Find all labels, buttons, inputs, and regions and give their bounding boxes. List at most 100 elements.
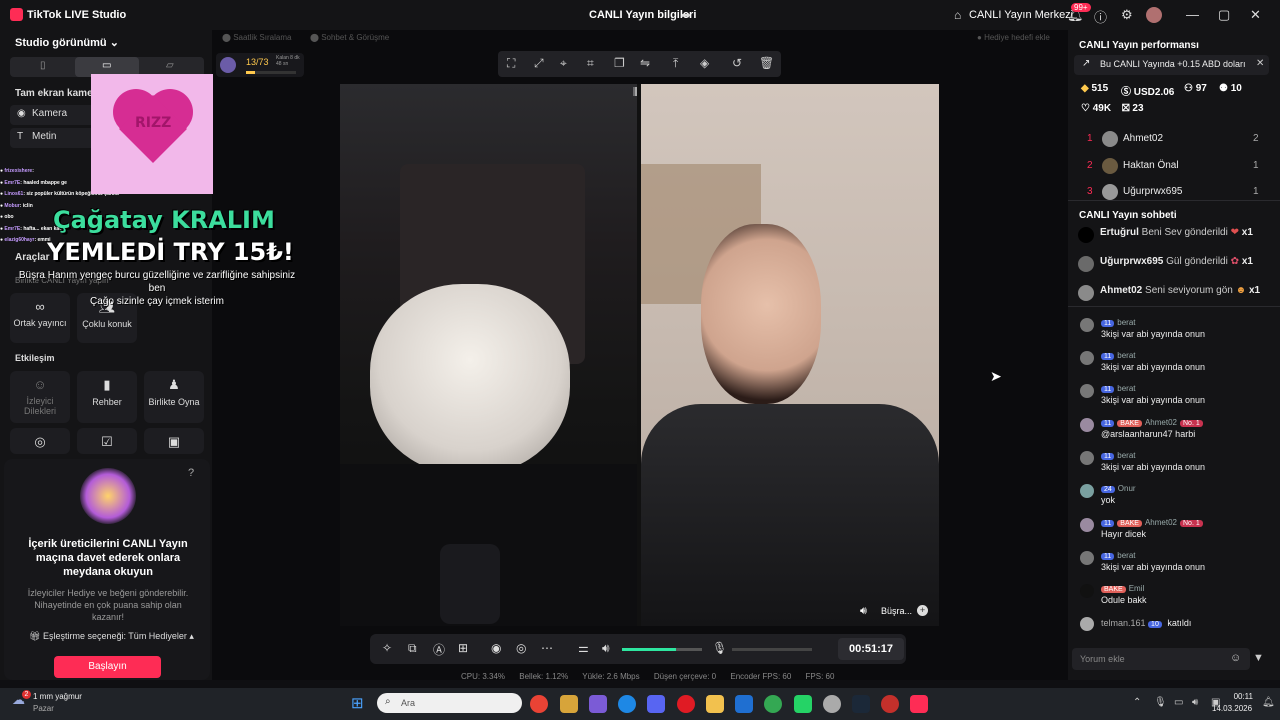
play-together-tile[interactable]: ♟ Birlikte Oyna (144, 371, 204, 423)
close-icon[interactable]: ✕ (1256, 58, 1264, 69)
camera-feed-right[interactable] (641, 84, 939, 626)
mic-slider[interactable] (732, 648, 812, 651)
clock-time[interactable]: 00:11 (1231, 692, 1253, 701)
notification-center-icon[interactable]: 🔔︎ (1262, 697, 1275, 708)
network-icon[interactable]: ▭ (1174, 697, 1183, 708)
youtube-icon[interactable] (881, 695, 899, 713)
rotate-icon[interactable]: ↺ (732, 56, 742, 70)
steam-icon[interactable] (852, 695, 870, 713)
volume-icon[interactable]: 🔊︎ (860, 605, 867, 618)
viewer-wishes-tile[interactable]: ☺ İzleyici Dilekleri (10, 371, 70, 423)
expand-icon[interactable]: ⤢ (534, 56, 544, 71)
tool-tile-6[interactable]: ▣ (144, 428, 204, 454)
avatar[interactable] (1080, 617, 1094, 631)
chat-username[interactable]: berat (1117, 318, 1135, 327)
avatar[interactable] (1080, 318, 1094, 332)
whatsapp-icon[interactable] (794, 695, 812, 713)
camera-feed-left[interactable] (340, 84, 637, 626)
tiktok-live-icon[interactable] (910, 695, 928, 713)
copy-icon[interactable]: ❐ (614, 56, 625, 70)
avatar[interactable] (1080, 351, 1094, 365)
guide-tile[interactable]: ▮ Rehber (77, 371, 137, 423)
flip-icon[interactable]: ⇋ (640, 56, 650, 70)
avatar[interactable] (1080, 384, 1094, 398)
magic-icon[interactable]: ✧ (382, 641, 392, 655)
avatar[interactable] (1078, 227, 1094, 243)
chat-username[interactable]: berat (1117, 384, 1135, 393)
app2-icon[interactable] (823, 695, 841, 713)
split-handle-icon[interactable]: ⫼ (633, 87, 638, 98)
chevron-up-icon[interactable]: ⌃ (1133, 697, 1141, 708)
chat-username[interactable]: berat (1117, 551, 1135, 560)
add-source-icon[interactable]: ⊞ (458, 641, 468, 655)
close-icon[interactable]: ✕ (1250, 7, 1261, 23)
rank-name[interactable]: Ahmet02 (1123, 133, 1163, 144)
studio-view-dropdown[interactable]: Studio görünümü ⌄ (15, 36, 119, 49)
chat-username[interactable]: Ahmet02 (1145, 418, 1177, 427)
ai-icon[interactable]: Ⓐ (433, 641, 445, 658)
camera-switch-icon[interactable]: ◎ (516, 641, 526, 655)
speaker-tray-icon[interactable]: 🔊︎ (1192, 697, 1198, 708)
rank-name[interactable]: Haktan Önal (1123, 160, 1179, 171)
layer-icon[interactable]: ◈ (700, 56, 709, 70)
help-icon[interactable]: ? (188, 467, 194, 479)
crop-icon[interactable]: ⌗ (587, 56, 594, 71)
add-icon[interactable]: + (917, 605, 928, 616)
opera-icon[interactable] (677, 695, 695, 713)
folder-icon[interactable] (706, 695, 724, 713)
volume-slider[interactable] (622, 648, 702, 651)
home-icon[interactable]: ⌂ (954, 8, 961, 22)
layout-icon[interactable]: ▱ (166, 60, 174, 71)
filter-icon[interactable]: ▼ (1253, 652, 1264, 664)
avatar[interactable] (1080, 484, 1094, 498)
taskbar-search[interactable]: ⌕ Ara (377, 693, 522, 713)
discord-icon[interactable] (647, 695, 665, 713)
chat-friends-link[interactable]: ⬤ Sohbet & Görüşme (310, 33, 389, 42)
gear-icon[interactable]: ⚙ (1121, 7, 1133, 23)
tool-tile-4[interactable]: ◎ (10, 428, 70, 454)
avatar[interactable] (1102, 158, 1118, 174)
avatar[interactable] (1080, 418, 1094, 432)
chat-username[interactable]: Emil (1129, 584, 1145, 593)
fit-icon[interactable]: ⛶ (507, 56, 515, 71)
maximize-icon[interactable]: ▢ (1218, 7, 1230, 23)
avatar[interactable] (1102, 184, 1118, 200)
rank-name[interactable]: Uğurprwx695 (1123, 186, 1182, 197)
avatar[interactable] (1080, 584, 1094, 598)
record-icon[interactable]: ◉ (491, 641, 501, 655)
trash-icon[interactable]: 🗑︎ (759, 56, 774, 70)
hourly-rank-link[interactable]: ⬤ Saatlik Sıralama (222, 33, 291, 42)
clock-date[interactable]: 14.03.2026 (1212, 704, 1252, 713)
tool-tile-5[interactable]: ☑ (77, 428, 137, 454)
avatar[interactable] (1078, 256, 1094, 272)
speaker-icon[interactable]: 🔊︎ (602, 641, 610, 656)
live-center-link[interactable]: CANLI Yayın Merkezi (969, 9, 1073, 21)
emoji-icon[interactable]: ☺ (1230, 652, 1241, 664)
help-icon[interactable]: ⓘ (1094, 7, 1107, 26)
portrait-icon[interactable]: ▯ (40, 60, 46, 71)
start-button[interactable]: Başlayın (54, 656, 161, 678)
windows-start-icon[interactable]: ⊞ (351, 694, 364, 712)
mic-icon[interactable]: 🎙︎ (712, 641, 727, 655)
store-icon[interactable] (735, 695, 753, 713)
minimize-icon[interactable]: — (1186, 7, 1199, 22)
avatar[interactable] (1102, 131, 1118, 147)
chat-username[interactable]: berat (1117, 351, 1135, 360)
chat-username[interactable]: berat (1117, 451, 1135, 460)
share-icon[interactable]: ➦ (681, 8, 691, 22)
chat-username[interactable]: Onur (1118, 484, 1136, 493)
edge-icon[interactable] (618, 695, 636, 713)
chat-username[interactable]: Ahmet02 (1145, 518, 1177, 527)
avatar[interactable] (1080, 518, 1094, 532)
gift-goal-link[interactable]: ● Hediye hedefi ekle (977, 33, 1050, 42)
center-icon[interactable]: ⌖ (560, 56, 567, 71)
app-icon[interactable] (560, 695, 578, 713)
chrome-icon[interactable] (530, 695, 548, 713)
effects-icon[interactable]: ⧉ (408, 641, 417, 656)
avatar[interactable] (1080, 551, 1094, 565)
avatar[interactable] (1080, 451, 1094, 465)
teams-icon[interactable] (589, 695, 607, 713)
more-icon[interactable]: ⋯ (541, 641, 553, 655)
weather-text[interactable]: 1 mm yağmur (33, 692, 82, 701)
mic-tray-icon[interactable]: 🎙︎ (1154, 697, 1167, 708)
